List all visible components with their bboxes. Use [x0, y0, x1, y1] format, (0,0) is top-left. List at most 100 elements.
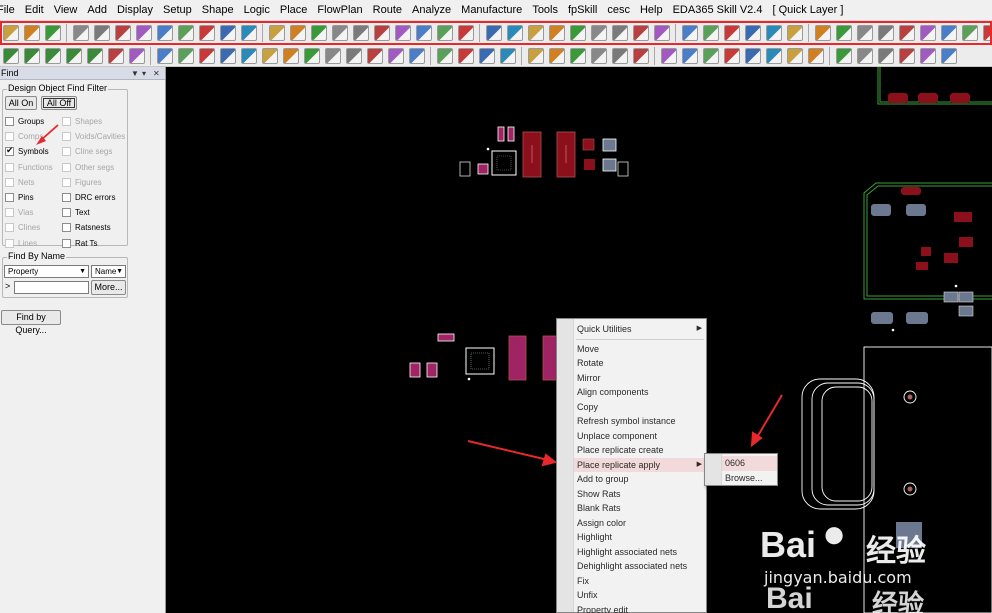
more-button[interactable]: More...	[91, 280, 126, 295]
secondary-tool-8-icon[interactable]	[156, 47, 173, 64]
menu-place-replicate-create[interactable]: Place replicate create	[574, 443, 706, 458]
main-tool-18-icon[interactable]	[373, 24, 390, 41]
main-tool-14-icon[interactable]	[289, 24, 306, 41]
submenu-item-browse[interactable]: Browse...	[722, 471, 777, 486]
main-tool-1-icon[interactable]	[2, 24, 19, 41]
menu-highlight[interactable]: Highlight	[574, 530, 706, 545]
checkbox[interactable]	[5, 223, 14, 233]
secondary-tool-41-icon[interactable]	[877, 47, 894, 64]
secondary-tool-39-icon[interactable]	[835, 47, 852, 64]
menu-dehighlight-associated-nets[interactable]: Dehighlight associated nets	[574, 559, 706, 574]
main-tool-26-icon[interactable]	[548, 24, 565, 41]
main-tool-25-icon[interactable]	[527, 24, 544, 41]
secondary-tool-28-icon[interactable]	[590, 47, 607, 64]
secondary-tool-14-icon[interactable]	[282, 47, 299, 64]
secondary-tool-12-icon[interactable]	[240, 47, 257, 64]
secondary-tool-9-icon[interactable]	[177, 47, 194, 64]
secondary-tool-19-icon[interactable]	[387, 47, 404, 64]
checkbox[interactable]	[62, 193, 71, 202]
menu-item-place[interactable]: Place	[275, 0, 313, 20]
main-tool-13-icon[interactable]	[268, 24, 285, 41]
main-tool-38-icon[interactable]	[814, 24, 831, 41]
secondary-tool-33-icon[interactable]	[702, 47, 719, 64]
menu-item-fpskill[interactable]: fpSkill	[563, 0, 602, 20]
menu-align-components[interactable]: Align components	[574, 385, 706, 400]
menu-item-manufacture[interactable]: Manufacture	[456, 0, 527, 20]
secondary-tool-16-icon[interactable]	[324, 47, 341, 64]
secondary-tool-22-icon[interactable]	[457, 47, 474, 64]
secondary-tool-30-icon[interactable]	[632, 47, 649, 64]
main-tool-32-icon[interactable]	[681, 24, 698, 41]
menu-mirror[interactable]: Mirror	[574, 371, 706, 386]
main-tool-10-icon[interactable]	[198, 24, 215, 41]
filter-pins[interactable]: Pins	[5, 193, 34, 202]
main-tool-43-icon[interactable]	[919, 24, 936, 41]
secondary-tool-7-icon[interactable]	[128, 47, 145, 64]
submenu-item-0606[interactable]: 0606	[722, 456, 777, 471]
menu-unfix[interactable]: Unfix	[574, 588, 706, 603]
main-tool-3-icon[interactable]	[44, 24, 61, 41]
main-tool-16-icon[interactable]	[331, 24, 348, 41]
main-tool-6-icon[interactable]	[114, 24, 131, 41]
filter-lines[interactable]: Lines	[5, 238, 37, 248]
menu-item-quick-layer[interactable]: [ Quick Layer ]	[767, 0, 848, 20]
secondary-tool-37-icon[interactable]	[786, 47, 803, 64]
checkbox[interactable]	[5, 238, 14, 248]
menu-item-edit[interactable]: Edit	[20, 0, 49, 20]
secondary-tool-44-icon[interactable]	[940, 47, 957, 64]
secondary-tool-26-icon[interactable]	[548, 47, 565, 64]
main-tool-34-icon[interactable]	[723, 24, 740, 41]
main-tool-2-icon[interactable]	[23, 24, 40, 41]
main-tool-24-icon[interactable]	[506, 24, 523, 41]
secondary-tool-38-icon[interactable]	[807, 47, 824, 64]
secondary-tool-17-icon[interactable]	[345, 47, 362, 64]
filter-clines[interactable]: Clines	[5, 223, 40, 233]
main-tool-39-icon[interactable]	[835, 24, 852, 41]
main-tool-8-icon[interactable]	[156, 24, 173, 41]
main-tool-11-icon[interactable]	[219, 24, 236, 41]
main-tool-33-icon[interactable]	[702, 24, 719, 41]
secondary-tool-35-icon[interactable]	[744, 47, 761, 64]
menu-item-file[interactable]: File	[0, 0, 20, 20]
menu-item-tools[interactable]: Tools	[527, 0, 563, 20]
property-select[interactable]: Property ▼	[4, 265, 89, 278]
menu-quick-utilities[interactable]: Quick Utilities ▶	[574, 322, 706, 337]
menu-blank-rats[interactable]: Blank Rats	[574, 501, 706, 516]
main-tool-12-icon[interactable]	[240, 24, 257, 41]
menu-place-replicate-apply[interactable]: Place replicate apply ▶	[574, 457, 706, 472]
main-tool-42-icon[interactable]	[898, 24, 915, 41]
menu-item-logic[interactable]: Logic	[239, 0, 275, 20]
menu-item-add[interactable]: Add	[82, 0, 112, 20]
main-tool-31-icon[interactable]	[653, 24, 670, 41]
checkbox[interactable]	[5, 208, 14, 218]
main-tool-45-icon[interactable]	[961, 24, 978, 41]
menu-highlight-associated-nets[interactable]: Highlight associated nets	[574, 545, 706, 560]
secondary-tool-29-icon[interactable]	[611, 47, 628, 64]
main-tool-30-icon[interactable]	[632, 24, 649, 41]
secondary-tool-21-icon[interactable]	[436, 47, 453, 64]
filter-text[interactable]: Text	[62, 208, 90, 218]
checkbox[interactable]	[62, 238, 71, 248]
menu-item-setup[interactable]: Setup	[158, 0, 197, 20]
secondary-tool-23-icon[interactable]	[478, 47, 495, 64]
secondary-tool-6-icon[interactable]	[107, 47, 124, 64]
menu-item-route[interactable]: Route	[368, 0, 407, 20]
main-tool-20-icon[interactable]	[415, 24, 432, 41]
menu-item-eda365-skill-v2-4[interactable]: EDA365 Skill V2.4	[668, 0, 768, 20]
menu-item-help[interactable]: Help	[635, 0, 668, 20]
secondary-tool-24-icon[interactable]	[499, 47, 516, 64]
menu-item-cesc[interactable]: cesc	[602, 0, 635, 20]
main-tool-19-icon[interactable]	[394, 24, 411, 41]
menu-move[interactable]: Move	[574, 342, 706, 357]
secondary-tool-40-icon[interactable]	[856, 47, 873, 64]
secondary-tool-43-icon[interactable]	[919, 47, 936, 64]
main-tool-4-icon[interactable]	[72, 24, 89, 41]
menu-item-analyze[interactable]: Analyze	[407, 0, 456, 20]
menu-copy[interactable]: Copy	[574, 400, 706, 415]
main-tool-22-icon[interactable]	[457, 24, 474, 41]
main-tool-41-icon[interactable]	[877, 24, 894, 41]
menu-add-to-group[interactable]: Add to group	[574, 472, 706, 487]
secondary-tool-4-icon[interactable]	[65, 47, 82, 64]
main-tool-36-icon[interactable]	[765, 24, 782, 41]
secondary-tool-27-icon[interactable]	[569, 47, 586, 64]
